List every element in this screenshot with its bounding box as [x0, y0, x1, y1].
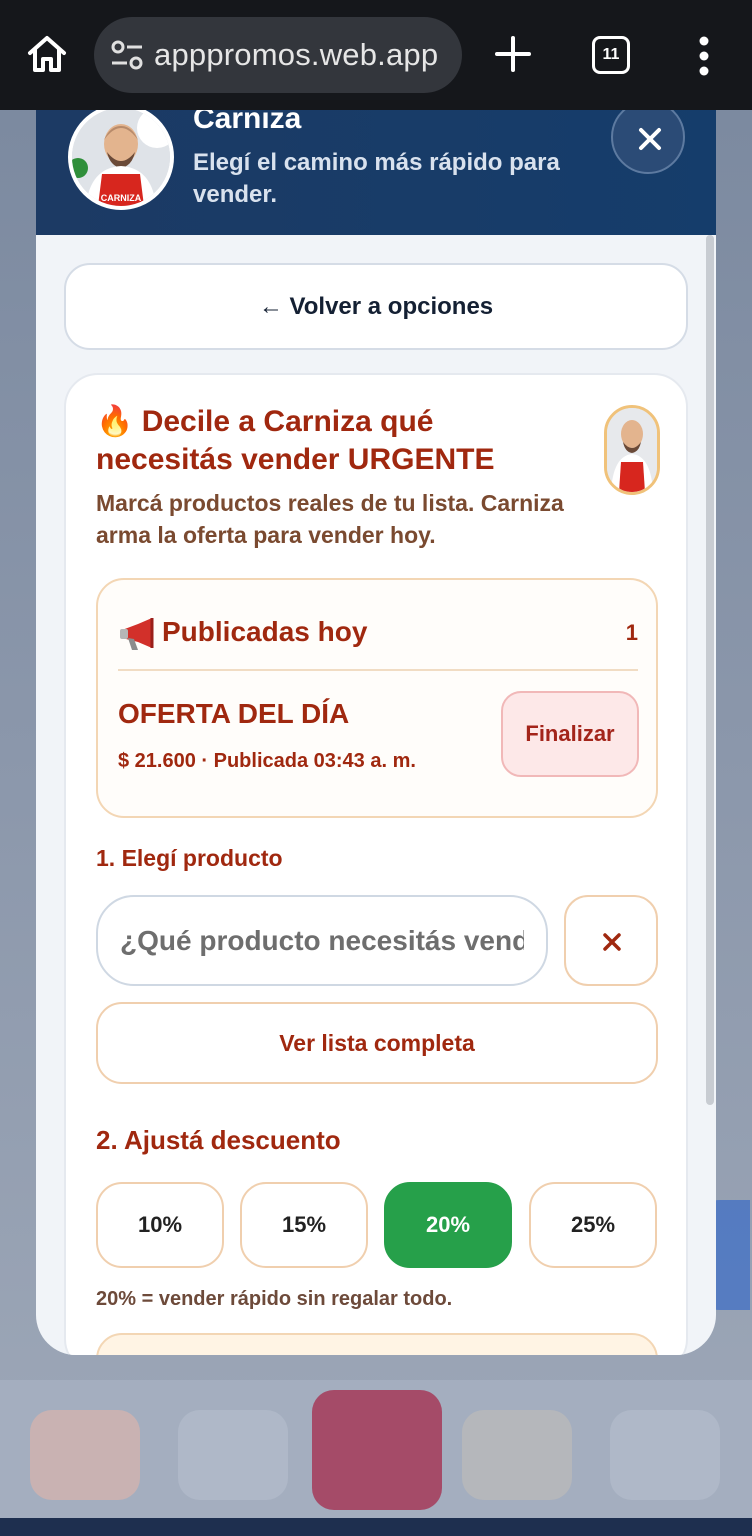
card-description: Marcá productos reales de tu lista. Carn…: [96, 490, 564, 548]
discount-option-15[interactable]: 15%: [240, 1182, 368, 1268]
home-icon[interactable]: [26, 33, 68, 75]
modal-subtitle: Elegí el camino más rápido para vender.: [193, 149, 560, 208]
divider: [118, 669, 638, 671]
background-bottom-nav: [0, 1380, 752, 1520]
close-icon: [639, 128, 661, 150]
back-to-options-button[interactable]: ← Volver a opciones: [64, 263, 688, 350]
discount-option-10[interactable]: 10%: [96, 1182, 224, 1268]
new-tab-icon[interactable]: [494, 35, 532, 73]
site-settings-icon[interactable]: [110, 39, 144, 71]
carniza-mini-avatar: [604, 405, 660, 495]
tab-switcher-button[interactable]: 11: [592, 36, 630, 74]
published-today-box: Publicadas hoy 1 OFERTA DEL DÍA $ 21.600…: [96, 578, 658, 818]
full-list-button[interactable]: Ver lista completa: [96, 1002, 658, 1084]
discount-option-20-selected[interactable]: 20%: [384, 1182, 512, 1268]
bg-nav-item: [178, 1410, 288, 1500]
background-strip: [0, 1518, 752, 1536]
close-button[interactable]: [611, 110, 685, 174]
published-header: Publicadas hoy 1: [118, 616, 638, 656]
modal-scrollbar[interactable]: [706, 235, 714, 1105]
more-menu-icon[interactable]: [696, 36, 712, 76]
url-text: apppromos.web.app: [154, 37, 439, 72]
bg-nav-item: [30, 1410, 140, 1500]
offer-meta: $ 21.600 · Publicada 03:43 a. m.: [118, 750, 416, 772]
discount-option-25[interactable]: 25%: [529, 1182, 657, 1268]
published-title: Publicadas hoy: [162, 616, 368, 647]
modal-header: CARNIZA Carniza Elegí el camino más rápi…: [36, 110, 716, 235]
carniza-modal: CARNIZA Carniza Elegí el camino más rápi…: [36, 110, 716, 1355]
discount-hint: 20% = vender rápido sin regalar todo.: [96, 1288, 453, 1310]
megaphone-icon: [120, 618, 154, 650]
apron-logo: CARNIZA: [101, 193, 142, 203]
bg-nav-item: [610, 1410, 720, 1500]
urgent-sale-card: 🔥 Decile a Carniza qué necesitás vender …: [64, 373, 688, 1355]
product-search-input[interactable]: [96, 895, 548, 986]
bg-nav-item: [462, 1410, 572, 1500]
browser-toolbar: apppromos.web.app 11: [0, 0, 752, 110]
modal-title: Carniza: [193, 110, 302, 135]
url-bar[interactable]: apppromos.web.app: [94, 17, 462, 93]
step1-label: 1. Elegí producto: [96, 845, 283, 871]
next-section-box: [96, 1333, 658, 1355]
clear-search-button[interactable]: [564, 895, 658, 986]
published-count: 1: [625, 620, 638, 645]
bg-nav-item: [312, 1390, 442, 1510]
step2-label: 2. Ajustá descuento: [96, 1125, 341, 1155]
offer-name: OFERTA DEL DÍA: [118, 698, 350, 729]
carniza-avatar: CARNIZA: [68, 110, 174, 210]
card-title: 🔥 Decile a Carniza qué necesitás vender …: [96, 405, 495, 476]
finalize-button[interactable]: Finalizar: [501, 691, 639, 777]
clear-icon: [603, 933, 621, 951]
